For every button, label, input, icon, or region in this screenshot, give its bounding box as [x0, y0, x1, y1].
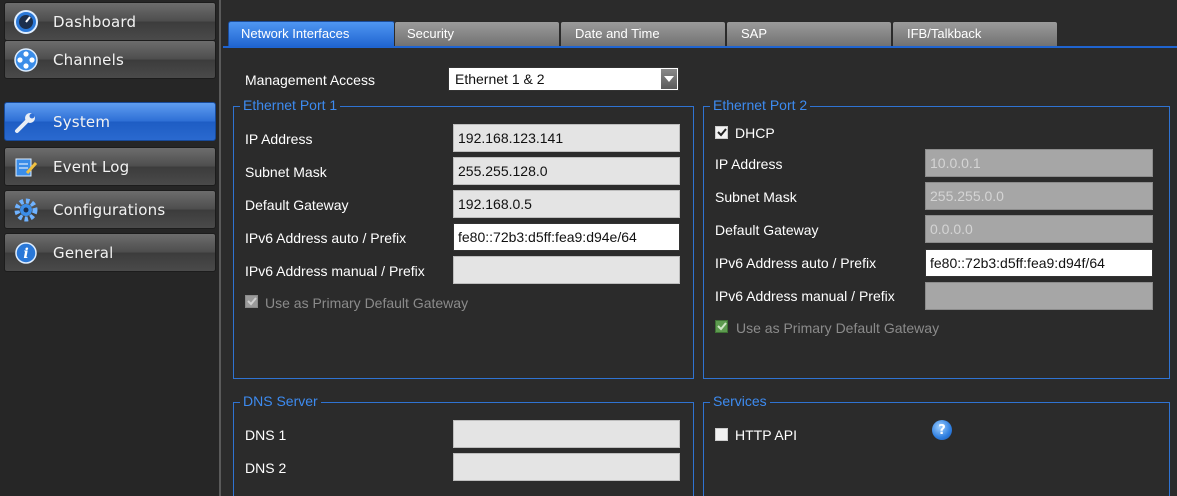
http-api-label: HTTP API [735, 427, 797, 443]
eth2-primary-gateway-checkbox[interactable] [715, 320, 728, 333]
sidebar-item-label: Configurations [53, 200, 166, 219]
chevron-down-icon[interactable] [661, 69, 677, 89]
eth1-subnet-input[interactable]: 255.255.128.0 [453, 157, 680, 185]
eth2-ipv6-manual-input[interactable] [925, 282, 1153, 310]
services-legend: Services [710, 393, 770, 409]
film-reel-icon [13, 47, 39, 73]
sidebar-item-label: General [53, 243, 114, 262]
eth2-subnet-input[interactable]: 255.255.0.0 [925, 182, 1153, 210]
sidebar-item-label: System [53, 112, 111, 131]
eth1-ipv6-manual-label: IPv6 Address manual / Prefix [245, 263, 425, 279]
dashboard-gauge-icon [13, 9, 39, 35]
eth1-ip-label: IP Address [245, 131, 313, 147]
management-access-select[interactable]: Ethernet 1 & 2 [448, 67, 679, 91]
eth1-primary-gateway-checkbox[interactable] [245, 295, 258, 308]
eth2-primary-gateway-label: Use as Primary Default Gateway [736, 320, 940, 336]
tab-date-and-time[interactable]: Date and Time [560, 21, 726, 47]
sidebar-item-channels[interactable]: Channels [4, 40, 216, 79]
eth2-ipv6-manual-label: IPv6 Address manual / Prefix [715, 288, 895, 304]
help-icon[interactable]: ? [932, 420, 952, 440]
sidebar-item-system[interactable]: System [4, 102, 216, 141]
tab-strip-underline [223, 46, 1177, 48]
management-access-label: Management Access [245, 72, 375, 88]
eth1-ip-input[interactable]: 192.168.123.141 [453, 124, 680, 152]
info-icon: i [13, 240, 39, 266]
sidebar-item-label: Dashboard [53, 12, 137, 31]
ethernet-port-2-legend: Ethernet Port 2 [710, 97, 811, 113]
eth1-ipv6-manual-input[interactable] [453, 256, 680, 284]
eth1-subnet-label: Subnet Mask [245, 164, 327, 180]
dns2-label: DNS 2 [245, 460, 287, 476]
eth2-ip-input[interactable]: 10.0.0.1 [925, 149, 1153, 177]
tab-ifb-talkback[interactable]: IFB/Talkback [892, 21, 1058, 47]
sidebar-item-general[interactable]: i General [4, 233, 216, 272]
eth2-gateway-input[interactable]: 0.0.0.0 [925, 215, 1153, 243]
eth1-primary-gateway-label: Use as Primary Default Gateway [265, 295, 469, 311]
http-api-checkbox[interactable] [715, 428, 728, 441]
dns1-input[interactable] [453, 420, 680, 448]
gear-icon [13, 197, 39, 223]
eth1-ipv6-auto-input[interactable]: fe80::72b3:d5ff:fea9:d94e/64 [453, 223, 680, 251]
svg-text:i: i [23, 246, 28, 262]
eth2-subnet-label: Subnet Mask [715, 189, 797, 205]
eth1-ipv6-auto-label: IPv6 Address auto / Prefix [245, 230, 407, 246]
dns1-label: DNS 1 [245, 427, 287, 443]
notepad-pencil-icon [13, 154, 39, 180]
wrench-icon [13, 109, 39, 135]
services-group: Services [703, 393, 1170, 496]
ethernet-port-1-legend: Ethernet Port 1 [240, 97, 341, 113]
management-access-value: Ethernet 1 & 2 [455, 71, 545, 87]
eth1-gateway-input[interactable]: 192.168.0.5 [453, 190, 680, 218]
tab-sap[interactable]: SAP [726, 21, 892, 47]
dns-server-legend: DNS Server [240, 393, 321, 409]
sidebar: Dashboard Channels System Event Log Conf… [0, 0, 221, 496]
dns2-input[interactable] [453, 453, 680, 481]
sidebar-item-configurations[interactable]: Configurations [4, 190, 216, 229]
eth2-dhcp-checkbox[interactable] [715, 126, 728, 139]
tab-security[interactable]: Security [394, 21, 560, 47]
sidebar-item-label: Event Log [53, 157, 130, 176]
eth2-dhcp-label: DHCP [735, 125, 775, 141]
tab-network-interfaces[interactable]: Network Interfaces [228, 21, 395, 47]
dns-server-group: DNS Server [233, 393, 694, 496]
sidebar-item-dashboard[interactable]: Dashboard [4, 2, 216, 41]
eth2-ip-label: IP Address [715, 156, 783, 172]
eth2-ipv6-auto-label: IPv6 Address auto / Prefix [715, 255, 877, 271]
sidebar-item-event-log[interactable]: Event Log [4, 147, 216, 186]
eth2-ipv6-auto-input[interactable]: fe80::72b3:d5ff:fea9:d94f/64 [925, 249, 1153, 277]
eth2-gateway-label: Default Gateway [715, 222, 819, 238]
eth1-gateway-label: Default Gateway [245, 197, 349, 213]
sidebar-item-label: Channels [53, 50, 124, 69]
